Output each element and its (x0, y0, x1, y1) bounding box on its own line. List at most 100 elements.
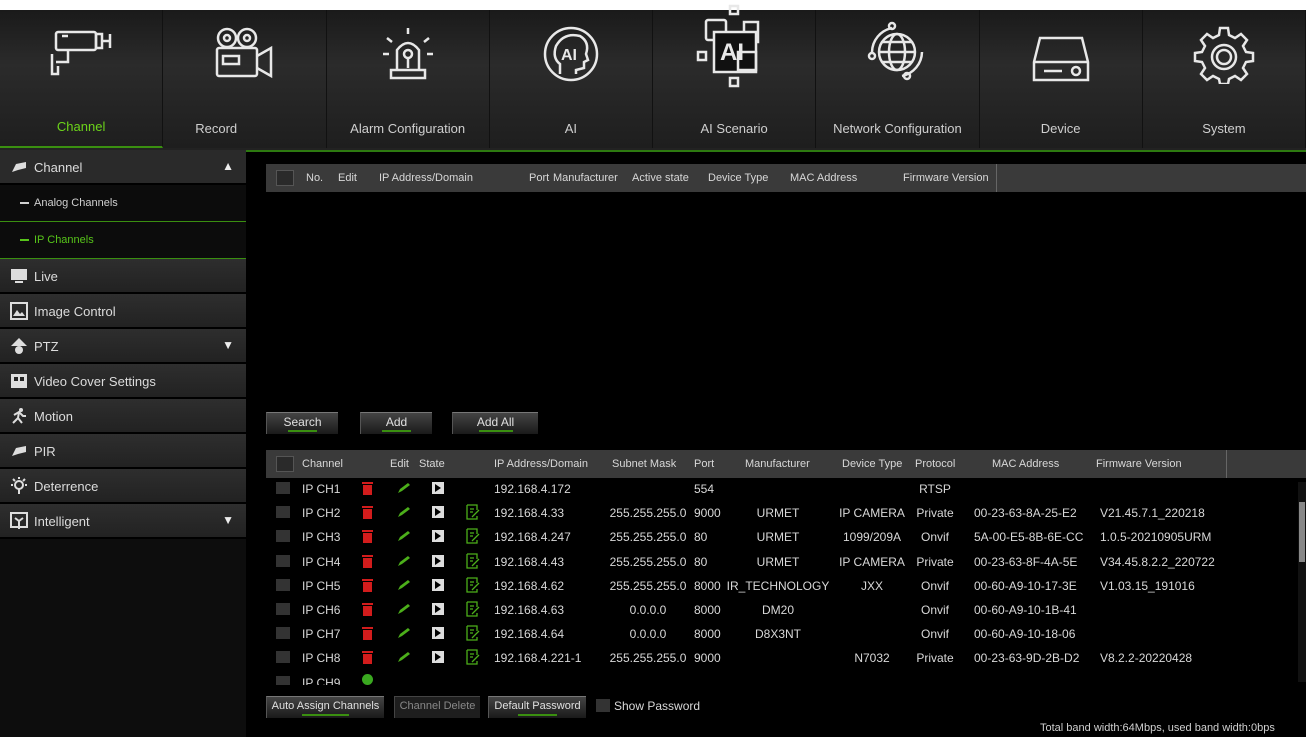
tab-record[interactable]: Record (163, 10, 327, 148)
select-all-channels-checkbox[interactable] (276, 456, 294, 472)
note-edit-icon[interactable] (466, 625, 480, 641)
play-icon[interactable] (432, 554, 444, 567)
pencil-icon[interactable] (397, 530, 411, 542)
row-checkbox[interactable] (276, 675, 290, 685)
note-edit-icon[interactable] (466, 552, 480, 569)
col-port: Port (694, 458, 715, 470)
sidebar-subitem-analog-channels[interactable]: Analog Channels (0, 185, 246, 222)
play-icon[interactable] (432, 482, 444, 494)
scrollbar[interactable] (1298, 482, 1306, 682)
note-edit-icon[interactable] (466, 649, 480, 666)
tab-alarm-configuration[interactable]: Alarm Configuration (327, 10, 490, 148)
sidebar-item-label: Live (34, 269, 58, 284)
pencil-icon[interactable] (397, 555, 411, 567)
sidebar-item-video-cover-settings[interactable]: Video Cover Settings (0, 364, 246, 399)
table-row[interactable]: IP CH4 192.168.4.43 255.255.255.0 80 URMET IP… (266, 550, 1306, 574)
tab-ai[interactable]: AI AI (490, 10, 653, 148)
trash-icon[interactable] (362, 481, 373, 495)
manufacturer: URMET (756, 554, 800, 569)
sidebar-subitem-label: Analog Channels (34, 197, 118, 209)
add-button[interactable]: Add (360, 412, 432, 434)
search-button[interactable]: Search (266, 412, 338, 434)
play-icon[interactable] (432, 651, 444, 664)
trash-icon[interactable] (362, 602, 373, 616)
channel-name: IP CH4 (302, 554, 341, 569)
auto-assign-channels-button[interactable]: Auto Assign Channels (266, 696, 384, 718)
row-checkbox[interactable] (276, 506, 290, 519)
tab-ai-scenario-label: AI Scenario (700, 121, 768, 136)
table-row[interactable]: IP CH5 192.168.4.62 255.255.255.0 8000 IR_TE… (266, 574, 1306, 598)
table-row[interactable]: IP CH8 192.168.4.221-1 255.255.255.0 9000 N7… (266, 646, 1306, 670)
table-row[interactable]: IP CH9 (266, 671, 1306, 685)
table-row[interactable]: IP CH6 192.168.4.63 0.0.0.0 8000 DM20 Onvif 00… (266, 598, 1306, 622)
sidebar-item-motion[interactable]: Motion (0, 399, 246, 434)
ip-address: 192.168.4.43 (494, 554, 565, 569)
trash-icon[interactable] (362, 578, 373, 592)
trash-icon[interactable] (362, 554, 373, 568)
tab-ai-scenario[interactable]: AI AI Scenario (653, 4, 817, 148)
sidebar-item-image-control[interactable]: Image Control (0, 294, 246, 329)
sidebar-item-live[interactable]: Live (0, 259, 246, 294)
row-checkbox[interactable] (276, 578, 290, 591)
manufacturer: IR_TECHNOLOGY (726, 578, 830, 593)
play-icon[interactable] (432, 578, 444, 591)
play-icon[interactable] (432, 506, 444, 519)
add-all-button[interactable]: Add All (452, 412, 538, 434)
pencil-icon[interactable] (397, 482, 411, 494)
col-ip: IP Address/Domain (379, 172, 473, 184)
device-type: JXX (860, 578, 883, 593)
trash-icon[interactable] (362, 529, 373, 544)
device-type: IP CAMERA (839, 554, 905, 569)
sidebar-subitem-ip-channels[interactable]: IP Channels (0, 222, 246, 259)
channel-delete-button[interactable]: Channel Delete (394, 696, 480, 718)
tab-network-configuration[interactable]: Network Configuration (816, 10, 980, 148)
sidebar-item-label: PIR (34, 444, 56, 459)
tab-system[interactable]: System (1143, 10, 1306, 148)
note-edit-icon[interactable] (466, 601, 480, 617)
col-device-type: Device Type (708, 172, 769, 184)
port: 80 (694, 554, 708, 569)
select-all-checkbox[interactable] (276, 170, 294, 186)
search-table-header: No. Edit IP Address/Domain Port Manufact… (266, 164, 1306, 192)
pencil-icon[interactable] (397, 603, 411, 615)
tab-channel[interactable]: Channel (0, 10, 164, 148)
sidebar-item-deterrence[interactable]: Deterrence (0, 469, 246, 504)
row-checkbox[interactable] (276, 627, 290, 640)
row-checkbox[interactable] (276, 603, 290, 615)
table-row[interactable]: IP CH2 192.168.4.33 255.255.255.0 9000 URMET… (266, 501, 1306, 525)
manufacturer: DM20 (761, 603, 794, 617)
trash-icon[interactable] (362, 505, 373, 520)
pir-sensor-icon (12, 446, 26, 456)
channel-name: IP CH3 (302, 530, 341, 545)
table-row[interactable]: IP CH1 192.168.4.172 554 RTSP (266, 477, 1306, 501)
note-edit-icon[interactable] (466, 504, 480, 520)
row-checkbox[interactable] (276, 482, 290, 494)
show-password-checkbox[interactable] (596, 699, 610, 712)
trash-icon[interactable] (362, 626, 373, 641)
row-checkbox[interactable] (276, 651, 290, 664)
play-icon[interactable] (432, 627, 444, 640)
trash-icon[interactable] (362, 650, 373, 665)
note-edit-icon[interactable] (466, 577, 480, 593)
device-type: 1099/209A (842, 530, 902, 545)
sidebar-item-intelligent[interactable]: Intelligent ▼ (0, 504, 246, 539)
row-checkbox[interactable] (276, 554, 290, 567)
pencil-icon[interactable] (397, 579, 411, 591)
table-row[interactable]: IP CH7 192.168.4.64 0.0.0.0 8000 D8X3NT Onvif… (266, 622, 1306, 646)
note-edit-icon[interactable] (466, 528, 480, 545)
mac-address: 00-23-63-9D-2B-D2 (974, 651, 1080, 666)
sidebar-item-ptz[interactable]: PTZ ▼ (0, 329, 246, 364)
row-checkbox[interactable] (276, 530, 290, 543)
tab-device[interactable]: Device (980, 10, 1143, 148)
pencil-icon[interactable] (397, 627, 411, 639)
pencil-icon[interactable] (397, 651, 411, 663)
play-icon[interactable] (432, 530, 444, 543)
scrollbar-thumb[interactable] (1299, 502, 1305, 562)
sidebar-item-pir[interactable]: PIR (0, 434, 246, 469)
table-row[interactable]: IP CH3 192.168.4.247 255.255.255.0 80 URMET 1… (266, 525, 1306, 549)
top-strip (0, 0, 1306, 10)
play-icon[interactable] (432, 603, 444, 615)
sidebar-item-channel[interactable]: Channel ▲ (0, 150, 246, 185)
default-password-button[interactable]: Default Password (488, 696, 586, 718)
pencil-icon[interactable] (397, 506, 411, 518)
